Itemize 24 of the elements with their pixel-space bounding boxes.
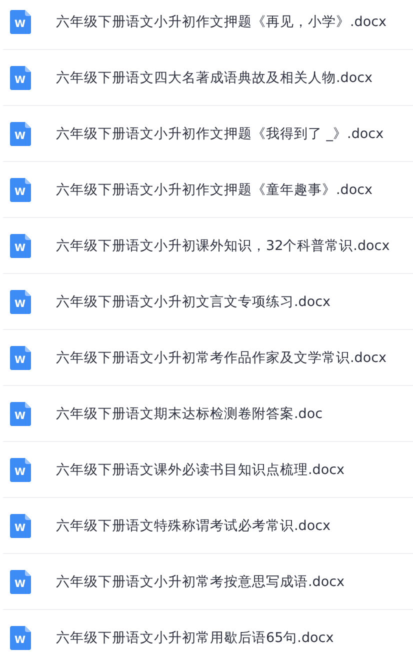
word-file-icon: W xyxy=(10,514,31,538)
word-file-icon: W xyxy=(10,458,31,482)
word-file-icon: W xyxy=(10,290,31,314)
file-name[interactable]: 六年级下册语文课外必读书目知识点梳理.docx xyxy=(56,460,345,478)
file-name[interactable]: 六年级下册语文小升初常考作品作家及文学常识.docx xyxy=(56,348,387,366)
file-name[interactable]: 六年级下册语文特殊称谓考试必考常识.docx xyxy=(56,516,331,534)
file-name[interactable]: 六年级下册语文小升初常考按意思写成语.docx xyxy=(56,572,345,590)
file-name[interactable]: 六年级下册语文小升初文言文专项练习.docx xyxy=(56,292,331,310)
word-file-icon: W xyxy=(10,402,31,426)
word-file-icon: W xyxy=(10,626,31,650)
file-name[interactable]: 六年级下册语文小升初课外知识，32个科普常识.docx xyxy=(56,236,390,254)
file-name[interactable]: 六年级下册语文小升初作文押题《童年趣事》.docx xyxy=(56,180,373,198)
word-file-icon: W xyxy=(10,66,31,90)
word-file-icon: W xyxy=(10,346,31,370)
file-name[interactable]: 六年级下册语文小升初常用歇后语65句.docx xyxy=(56,628,334,646)
word-file-icon: W xyxy=(10,122,31,146)
word-file-icon: W xyxy=(10,178,31,202)
file-name[interactable]: 六年级下册语文小升初作文押题《我得到了 _》.docx xyxy=(56,124,384,142)
word-file-icon: W xyxy=(10,570,31,594)
word-file-icon: W xyxy=(10,10,31,34)
word-file-icon: W xyxy=(10,234,31,258)
file-name[interactable]: 六年级下册语文期末达标检测卷附答案.doc xyxy=(56,404,323,422)
file-name[interactable]: 六年级下册语文四大名著成语典故及相关人物.docx xyxy=(56,68,373,86)
file-name[interactable]: 六年级下册语文小升初作文押题《再见，小学》.docx xyxy=(56,12,387,30)
